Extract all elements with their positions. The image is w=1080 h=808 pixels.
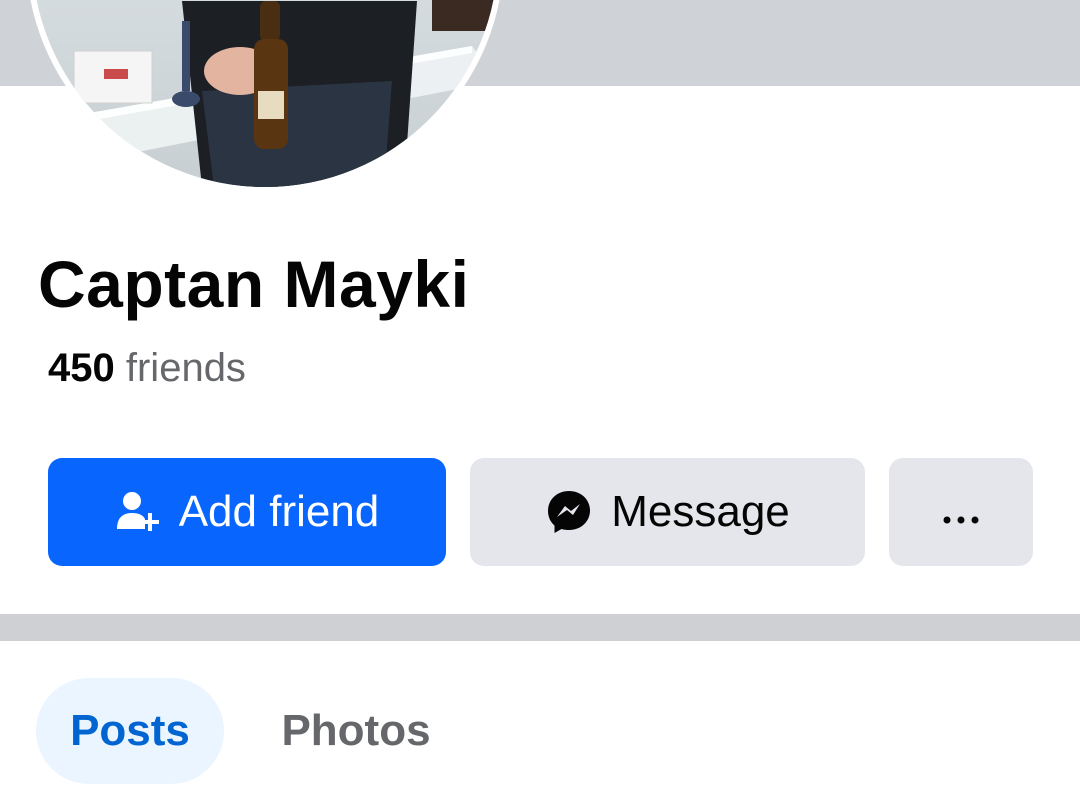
friends-count-link[interactable]: 450 friends	[48, 346, 246, 391]
messenger-icon	[545, 488, 593, 536]
friends-label: friends	[125, 346, 246, 390]
add-friend-button[interactable]: Add friend	[48, 458, 446, 566]
tab-posts[interactable]: Posts	[36, 678, 224, 784]
more-options-button[interactable]	[889, 458, 1033, 566]
add-person-icon	[115, 489, 161, 535]
more-dots-icon	[941, 487, 981, 537]
section-divider	[0, 614, 1080, 641]
tab-photos[interactable]: Photos	[258, 678, 454, 784]
profile-name: Captan Mayki	[38, 247, 470, 321]
add-friend-label: Add friend	[178, 487, 380, 536]
message-label: Message	[611, 487, 790, 536]
friends-count: 450	[48, 346, 115, 390]
message-button[interactable]: Message	[470, 458, 865, 566]
avatar-photo	[32, 0, 498, 187]
profile-avatar[interactable]	[26, 0, 504, 193]
